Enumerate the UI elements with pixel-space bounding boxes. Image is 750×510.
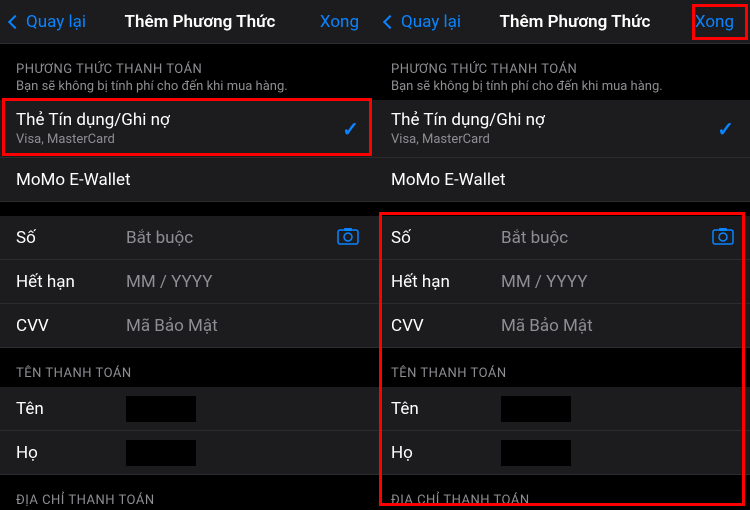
nav-title: Thêm Phương Thức (86, 12, 314, 32)
back-button[interactable]: Quay lại (10, 12, 86, 32)
card-number-label: Số (391, 228, 501, 248)
payment-method-header-text: PHƯƠNG THỨC THANH TOÁN (16, 62, 359, 77)
camera-icon[interactable] (712, 226, 734, 250)
payment-option-title: MoMo E-Wallet (391, 170, 734, 190)
payment-option-card[interactable]: Thẻ Tín dụng/Ghi nợ Visa, MasterCard ✓ (375, 100, 750, 158)
navbar: Quay lại Thêm Phương Thức Xong (375, 0, 750, 44)
spacer (0, 202, 375, 216)
first-name-row[interactable]: Tên (375, 387, 750, 431)
back-button[interactable]: Quay lại (385, 12, 461, 32)
payment-option-subtitle: Visa, MasterCard (391, 132, 717, 147)
done-label: Xong (695, 12, 734, 32)
card-cvv-label: CVV (16, 316, 126, 336)
first-name-row[interactable]: Tên (0, 387, 375, 431)
last-name-label: Họ (391, 443, 501, 463)
done-button[interactable]: Xong (314, 10, 365, 34)
card-number-row[interactable]: Số Bắt buộc (0, 216, 375, 260)
card-expiry-row[interactable]: Hết hạn MM / YYYY (375, 260, 750, 304)
chevron-left-icon (383, 14, 397, 28)
card-cvv-input[interactable]: Mã Bảo Mật (126, 316, 359, 336)
payment-option-title: Thẻ Tín dụng/Ghi nợ (391, 110, 717, 130)
checkmark-icon: ✓ (717, 117, 734, 141)
done-label: Xong (320, 12, 359, 32)
last-name-row[interactable]: Họ (0, 431, 375, 475)
payment-option-title: Thẻ Tín dụng/Ghi nợ (16, 110, 342, 130)
navbar: Quay lại Thêm Phương Thức Xong (0, 0, 375, 44)
last-name-label: Họ (16, 443, 126, 463)
payment-option-card[interactable]: Thẻ Tín dụng/Ghi nợ Visa, MasterCard ✓ (0, 100, 375, 158)
payment-option-momo[interactable]: MoMo E-Wallet (375, 158, 750, 202)
billing-name-header: TÊN THANH TOÁN (375, 348, 750, 387)
card-cvv-input[interactable]: Mã Bảo Mật (501, 316, 734, 336)
screen-left: Quay lại Thêm Phương Thức Xong PHƯƠNG TH… (0, 0, 375, 510)
screen-right: Quay lại Thêm Phương Thức Xong PHƯƠNG TH… (375, 0, 750, 510)
checkmark-icon: ✓ (342, 117, 359, 141)
card-expiry-label: Hết hạn (391, 272, 501, 292)
card-cvv-row[interactable]: CVV Mã Bảo Mật (375, 304, 750, 348)
payment-method-note: Bạn sẽ không bị tính phí cho đến khi mua… (391, 79, 734, 94)
card-expiry-row[interactable]: Hết hạn MM / YYYY (0, 260, 375, 304)
payment-method-note: Bạn sẽ không bị tính phí cho đến khi mua… (16, 79, 359, 94)
card-expiry-label: Hết hạn (16, 272, 126, 292)
back-label: Quay lại (401, 12, 461, 32)
payment-option-subtitle: Visa, MasterCard (16, 132, 342, 147)
card-number-label: Số (16, 228, 126, 248)
nav-title: Thêm Phương Thức (461, 12, 689, 32)
payment-option-title: MoMo E-Wallet (16, 170, 359, 190)
first-name-value-redacted (501, 396, 571, 422)
last-name-value-redacted (126, 440, 196, 466)
payment-method-header: PHƯƠNG THỨC THANH TOÁN Bạn sẽ không bị t… (375, 44, 750, 100)
card-number-input[interactable]: Bắt buộc (501, 228, 712, 248)
back-label: Quay lại (26, 12, 86, 32)
last-name-value-redacted (501, 440, 571, 466)
last-name-row[interactable]: Họ (375, 431, 750, 475)
billing-address-header: ĐỊA CHỈ THANH TOÁN (375, 475, 750, 510)
chevron-left-icon (8, 14, 22, 28)
card-number-input[interactable]: Bắt buộc (126, 228, 337, 248)
card-expiry-input[interactable]: MM / YYYY (126, 272, 359, 292)
spacer (375, 202, 750, 216)
payment-method-header: PHƯƠNG THỨC THANH TOÁN Bạn sẽ không bị t… (0, 44, 375, 100)
card-expiry-input[interactable]: MM / YYYY (501, 272, 734, 292)
first-name-value-redacted (126, 396, 196, 422)
payment-method-header-text: PHƯƠNG THỨC THANH TOÁN (391, 62, 734, 77)
billing-name-header: TÊN THANH TOÁN (0, 348, 375, 387)
camera-icon[interactable] (337, 226, 359, 250)
done-button[interactable]: Xong (689, 10, 740, 34)
first-name-label: Tên (16, 399, 126, 419)
billing-address-header: ĐỊA CHỈ THANH TOÁN (0, 475, 375, 510)
card-cvv-label: CVV (391, 316, 501, 336)
card-number-row[interactable]: Số Bắt buộc (375, 216, 750, 260)
payment-option-momo[interactable]: MoMo E-Wallet (0, 158, 375, 202)
first-name-label: Tên (391, 399, 501, 419)
card-cvv-row[interactable]: CVV Mã Bảo Mật (0, 304, 375, 348)
